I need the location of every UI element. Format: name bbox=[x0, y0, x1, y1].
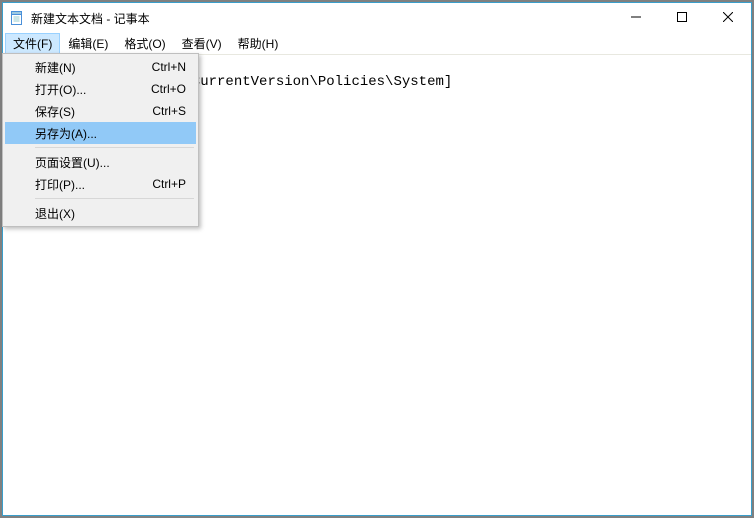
menu-item-label: 另存为(A)... bbox=[35, 125, 166, 142]
menu-item-page-setup[interactable]: 页面设置(U)... bbox=[5, 151, 196, 173]
menu-item-open[interactable]: 打开(O)... Ctrl+O bbox=[5, 78, 196, 100]
notepad-icon bbox=[9, 10, 25, 26]
menu-item-shortcut: Ctrl+N bbox=[152, 60, 186, 74]
titlebar: 新建文本文档 - 记事本 bbox=[3, 3, 751, 33]
menu-item-shortcut: Ctrl+P bbox=[152, 177, 186, 191]
menu-edit[interactable]: 编辑(E) bbox=[60, 33, 116, 54]
minimize-button[interactable] bbox=[613, 3, 659, 31]
menu-item-exit[interactable]: 退出(X) bbox=[5, 202, 196, 224]
menu-item-label: 保存(S) bbox=[35, 103, 132, 120]
menu-help[interactable]: 帮助(H) bbox=[230, 33, 287, 54]
menu-file[interactable]: 文件(F) bbox=[5, 33, 60, 54]
menu-item-label: 新建(N) bbox=[35, 59, 132, 76]
menu-item-label: 退出(X) bbox=[35, 205, 166, 222]
menu-item-save-as[interactable]: 另存为(A)... bbox=[5, 122, 196, 144]
file-dropdown: 新建(N) Ctrl+N 打开(O)... Ctrl+O 保存(S) Ctrl+… bbox=[2, 53, 199, 227]
menu-view[interactable]: 查看(V) bbox=[174, 33, 230, 54]
window-controls bbox=[613, 3, 751, 33]
menu-separator bbox=[35, 147, 194, 148]
menu-separator bbox=[35, 198, 194, 199]
menu-item-shortcut: Ctrl+S bbox=[152, 104, 186, 118]
menu-item-new[interactable]: 新建(N) Ctrl+N bbox=[5, 56, 196, 78]
window-title: 新建文本文档 - 记事本 bbox=[31, 10, 613, 27]
menu-item-label: 打印(P)... bbox=[35, 176, 132, 193]
menu-item-label: 打开(O)... bbox=[35, 81, 131, 98]
menubar: 文件(F) 编辑(E) 格式(O) 查看(V) 帮助(H) bbox=[3, 33, 751, 55]
menu-item-print[interactable]: 打印(P)... Ctrl+P bbox=[5, 173, 196, 195]
close-button[interactable] bbox=[705, 3, 751, 31]
maximize-button[interactable] bbox=[659, 3, 705, 31]
menu-format[interactable]: 格式(O) bbox=[116, 33, 173, 54]
menu-item-save[interactable]: 保存(S) Ctrl+S bbox=[5, 100, 196, 122]
menu-item-label: 页面设置(U)... bbox=[35, 154, 166, 171]
menu-item-shortcut: Ctrl+O bbox=[151, 82, 186, 96]
